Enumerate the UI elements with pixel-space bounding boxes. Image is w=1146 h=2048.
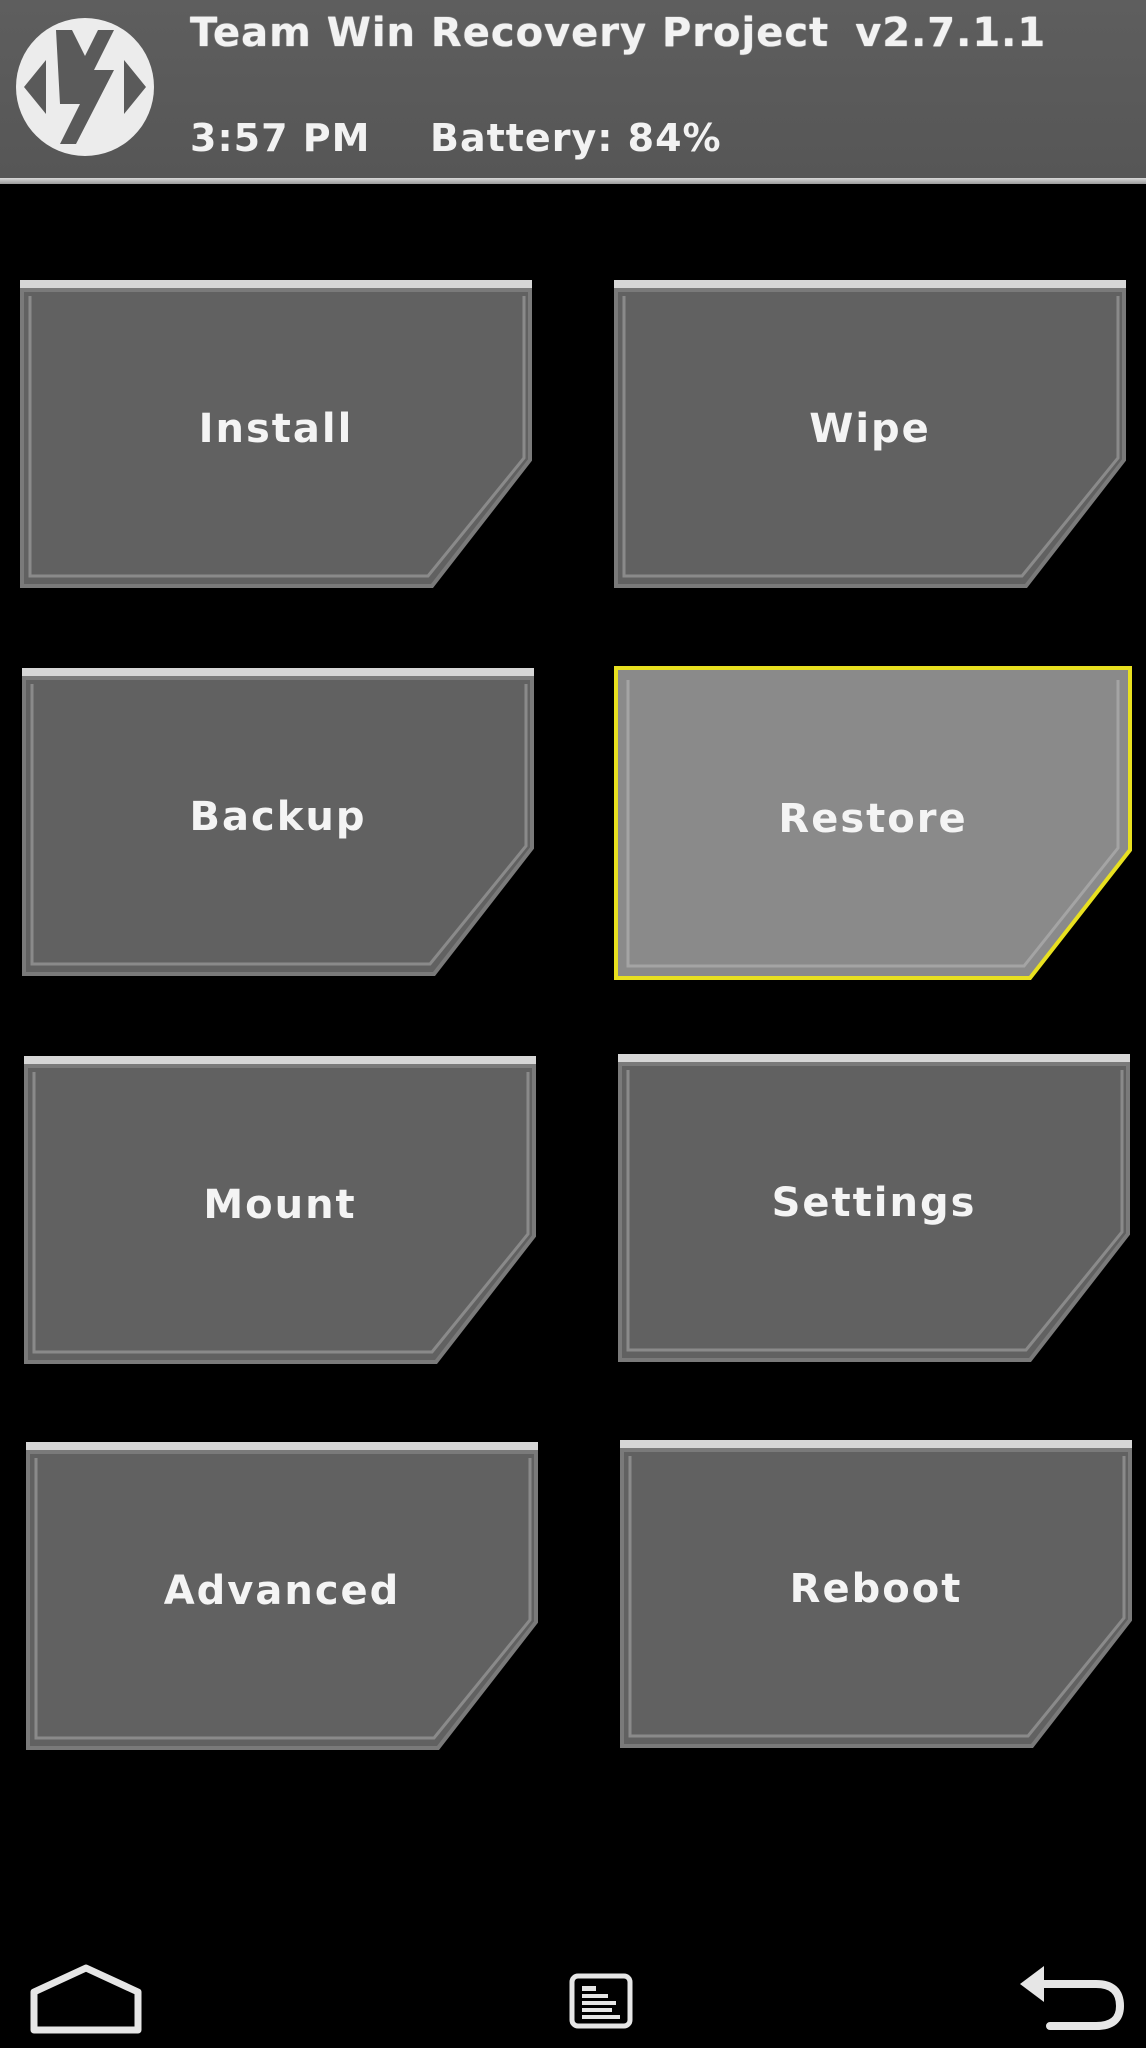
battery-status: Battery: 84% <box>430 116 722 160</box>
mount-button[interactable]: Mount <box>24 1056 536 1364</box>
app-title: Team Win Recovery Project v2.7.1.1 <box>190 10 1046 56</box>
back-icon[interactable] <box>1016 1962 1126 2032</box>
restore-label: Restore <box>778 796 968 842</box>
install-label: Install <box>198 406 354 452</box>
app-version: v2.7.1.1 <box>855 10 1047 56</box>
app-title-text: Team Win Recovery Project <box>190 10 830 56</box>
wipe-label: Wipe <box>809 406 931 452</box>
backup-label: Backup <box>189 794 367 840</box>
reboot-label: Reboot <box>789 1566 963 1612</box>
settings-button[interactable]: Settings <box>618 1054 1130 1362</box>
header-divider <box>0 178 1146 184</box>
twrp-logo-icon <box>16 18 154 156</box>
wipe-button[interactable]: Wipe <box>614 280 1126 588</box>
install-button[interactable]: Install <box>20 280 532 588</box>
mount-label: Mount <box>203 1182 357 1228</box>
restore-button[interactable]: Restore <box>614 666 1132 980</box>
reboot-button[interactable]: Reboot <box>620 1440 1132 1748</box>
clock: 3:57 PM <box>190 116 371 160</box>
advanced-button[interactable]: Advanced <box>26 1442 538 1750</box>
settings-label: Settings <box>771 1180 977 1226</box>
backup-button[interactable]: Backup <box>22 668 534 976</box>
advanced-label: Advanced <box>163 1568 401 1614</box>
console-icon[interactable] <box>568 1972 634 2030</box>
home-icon[interactable] <box>28 1962 144 2034</box>
header-bar: Team Win Recovery Project v2.7.1.1 3:57 P… <box>0 0 1146 180</box>
